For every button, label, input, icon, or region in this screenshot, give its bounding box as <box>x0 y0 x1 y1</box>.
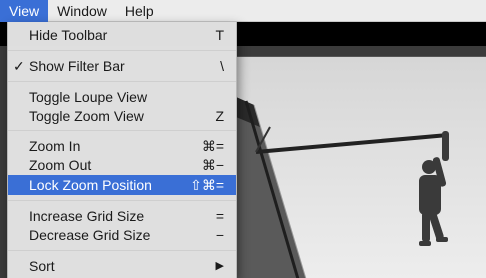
menu-separator <box>8 200 236 201</box>
menu-item-lock-zoom-position[interactable]: Lock Zoom Position ⇧⌘= <box>8 175 236 195</box>
menu-item-sort[interactable]: Sort ▶ <box>8 256 236 276</box>
menu-item-toggle-loupe-view[interactable]: Toggle Loupe View <box>8 87 236 107</box>
menu-item-zoom-out[interactable]: Zoom Out ⌘− <box>8 155 236 175</box>
submenu-arrow-icon: ▶ <box>215 260 224 272</box>
menu-item-label: Lock Zoom Position <box>29 177 152 193</box>
shortcut-label: Z <box>215 108 224 124</box>
menu-item-hide-toolbar[interactable]: Hide Toolbar T <box>8 25 236 45</box>
menu-item-increase-grid-size[interactable]: Increase Grid Size = <box>8 206 236 226</box>
menu-item-label: Increase Grid Size <box>29 208 145 224</box>
photo-preview[interactable] <box>236 56 486 278</box>
menu-bar: View Window Help <box>0 0 486 22</box>
checkmark-icon: ✓ <box>13 58 25 74</box>
menu-item-label: Show Filter Bar <box>29 58 125 74</box>
menu-item-label: Decrease Grid Size <box>29 227 151 243</box>
shortcut-label: = <box>215 208 224 224</box>
menu-help[interactable]: Help <box>116 0 163 22</box>
view-dropdown-menu: Hide Toolbar T ✓ Show Filter Bar \ Toggl… <box>7 22 237 278</box>
menu-item-label: Zoom In <box>29 138 81 154</box>
menu-separator <box>8 81 236 82</box>
menu-item-decrease-grid-size[interactable]: Decrease Grid Size − <box>8 225 236 245</box>
photo-image <box>236 57 486 278</box>
shortcut-label: ⇧⌘= <box>190 177 224 193</box>
shortcut-label: ⌘− <box>201 157 224 173</box>
menu-item-label: Hide Toolbar <box>29 27 108 43</box>
shortcut-label: − <box>215 227 224 243</box>
menu-item-show-filter-bar[interactable]: ✓ Show Filter Bar \ <box>8 56 236 76</box>
shortcut-label: T <box>215 27 224 43</box>
menu-separator <box>8 50 236 51</box>
shortcut-label: \ <box>220 58 224 74</box>
menu-item-toggle-zoom-view[interactable]: Toggle Zoom View Z <box>8 106 236 126</box>
menu-separator <box>8 250 236 251</box>
menu-item-zoom-in[interactable]: Zoom In ⌘= <box>8 136 236 156</box>
shortcut-label: ⌘= <box>201 138 224 154</box>
menu-view[interactable]: View <box>0 0 49 22</box>
menu-item-label: Sort <box>29 258 55 274</box>
menu-item-label: Zoom Out <box>29 157 92 173</box>
app-window: View Window Help Hide Toolbar T ✓ Show F… <box>0 0 486 278</box>
menu-item-label: Toggle Zoom View <box>29 108 144 124</box>
menu-item-label: Toggle Loupe View <box>29 89 148 105</box>
menu-window[interactable]: Window <box>48 0 116 22</box>
menu-separator <box>8 130 236 131</box>
